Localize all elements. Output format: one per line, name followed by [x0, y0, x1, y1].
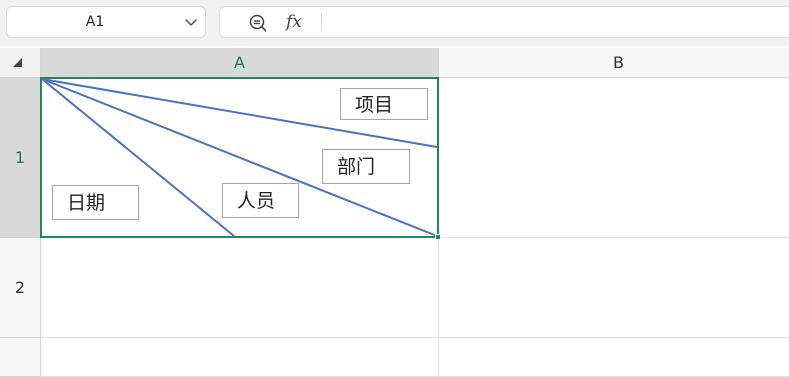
select-all-corner[interactable]: [0, 48, 41, 78]
cell-b1[interactable]: [439, 78, 789, 238]
row-header-2[interactable]: 2: [0, 238, 41, 338]
cell-a3[interactable]: [41, 338, 439, 377]
row-header-3[interactable]: [0, 338, 41, 377]
formula-bar: fx: [219, 6, 789, 38]
column-header-b[interactable]: B: [439, 48, 789, 78]
fill-handle[interactable]: [435, 234, 441, 240]
column-header-a[interactable]: A: [41, 48, 439, 78]
name-box-value: A1: [85, 14, 105, 30]
cell-b2[interactable]: [439, 238, 789, 338]
textbox-renyuan[interactable]: 人员: [222, 183, 299, 218]
select-all-icon: [13, 58, 22, 67]
chevron-down-icon[interactable]: [183, 14, 199, 30]
formula-divider: [321, 14, 322, 31]
spreadsheet-grid: A B 1 2 项目 部门 人员 日期: [0, 46, 789, 377]
textbox-bumen[interactable]: 部门: [322, 149, 410, 184]
row-header-1[interactable]: 1: [0, 78, 41, 238]
cell-a2[interactable]: [41, 238, 439, 338]
toolbar: A1 fx: [0, 0, 789, 46]
zoom-icon[interactable]: [248, 13, 268, 33]
fx-icon[interactable]: fx: [286, 10, 302, 34]
cell-b3[interactable]: [439, 338, 789, 377]
name-box[interactable]: A1: [6, 6, 206, 38]
textbox-riqi[interactable]: 日期: [52, 185, 139, 220]
formula-input[interactable]: [330, 7, 780, 37]
textbox-xiangmu[interactable]: 项目: [340, 88, 428, 120]
